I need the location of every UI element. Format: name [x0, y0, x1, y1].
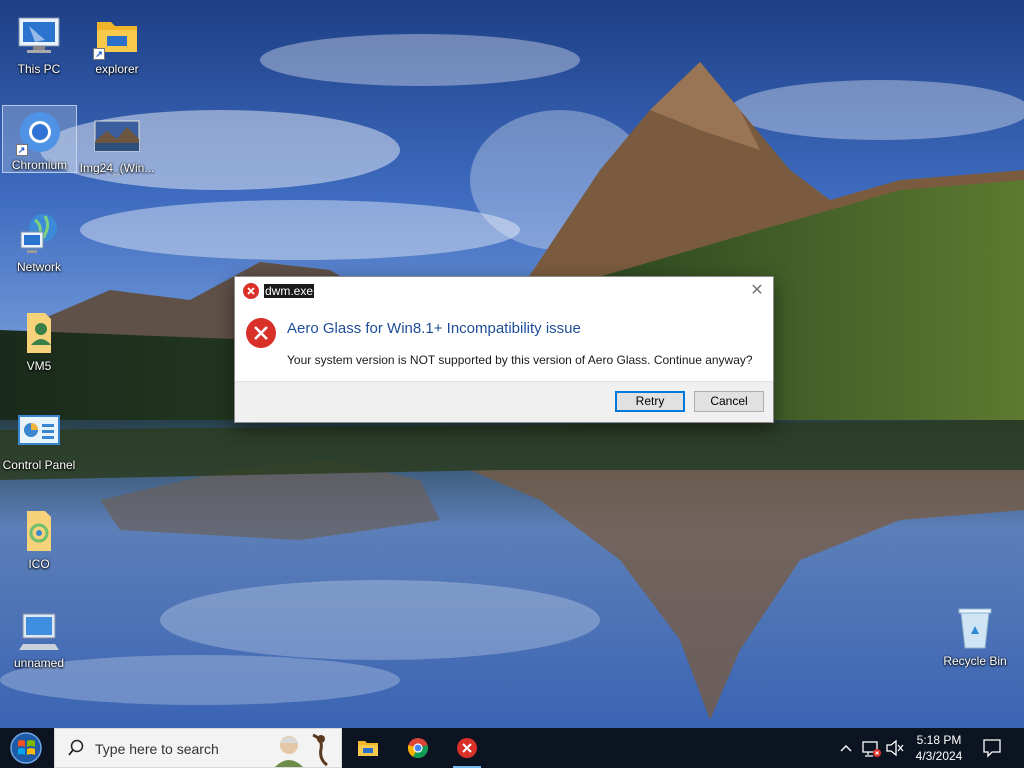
desktop-icon-control-panel[interactable]: Control Panel	[0, 402, 78, 492]
retry-button[interactable]: Retry	[615, 391, 685, 412]
show-hidden-icons-button[interactable]	[836, 728, 856, 768]
dialog-button-bar: Retry Cancel	[235, 381, 773, 422]
desktop-icon-label: VM5	[26, 359, 52, 373]
cancel-button[interactable]: Cancel	[694, 391, 764, 412]
network-disconnected-icon	[862, 741, 881, 757]
taskbar-search-box[interactable]: Type here to search	[54, 728, 342, 768]
shortcut-arrow-icon: ↗	[15, 144, 28, 156]
desktop-icon-chromium[interactable]: ↗ Chromium	[2, 105, 77, 173]
shortcut-arrow-icon: ↗	[93, 48, 105, 60]
error-dialog: dwm.exe ✕ Aero Glass for Win8.1+ Incompa…	[234, 276, 774, 423]
chevron-up-icon	[840, 745, 852, 752]
volume-tray-button[interactable]	[884, 728, 904, 768]
desktop-icon-label: Chromium	[11, 158, 68, 172]
desktop-icon-label: ICO	[28, 557, 50, 571]
folder-shortcut-icon: ↗	[93, 12, 141, 60]
ico-folder-icon	[15, 507, 63, 555]
search-icon	[68, 739, 84, 756]
action-center-button[interactable]	[978, 728, 1006, 768]
control-panel-icon	[15, 408, 63, 456]
chrome-icon	[407, 738, 428, 759]
taskbar-error-dialog[interactable]	[443, 728, 491, 768]
desktop-icon-label: Recycle Bin	[943, 654, 1007, 668]
desktop-icon-label: explorer	[95, 62, 139, 76]
desktop-icon-label: Network	[16, 260, 61, 274]
error-icon	[457, 738, 477, 758]
volume-muted-icon	[886, 739, 904, 757]
dialog-heading: Aero Glass for Win8.1+ Incompatibility i…	[287, 320, 581, 337]
windows-orb-icon	[10, 732, 42, 764]
folder-icon	[358, 741, 378, 756]
desktop-icon-this-pc[interactable]: This PC	[0, 6, 78, 96]
taskbar-chromium[interactable]	[394, 728, 442, 768]
desktop-icon-network[interactable]: Network	[0, 204, 78, 294]
this-pc-icon	[15, 12, 63, 60]
taskbar-file-explorer[interactable]	[344, 728, 392, 768]
taskbar-clock[interactable]: 5:18 PM 4/3/2024	[906, 732, 972, 764]
computer-icon	[15, 606, 63, 654]
clock-date: 4/3/2024	[915, 749, 963, 763]
desktop-icon-recycle-bin[interactable]: Recycle Bin	[936, 598, 1014, 688]
desktop-icon-label: Control Panel	[2, 458, 76, 472]
notifications-icon	[983, 739, 1001, 758]
close-button[interactable]: ✕	[747, 281, 767, 301]
chromium-icon: ↗	[15, 108, 64, 156]
search-placeholder: Type here to search	[95, 741, 219, 757]
search-highlight-illustration	[265, 729, 341, 767]
taskbar: Type here to search 5:18 PM 4/3/2024	[0, 728, 1024, 768]
start-button[interactable]	[0, 728, 54, 768]
network-icon	[15, 210, 63, 258]
user-folder-icon	[15, 309, 63, 357]
error-icon	[243, 283, 259, 299]
network-tray-button[interactable]	[860, 728, 882, 768]
error-icon	[246, 318, 276, 348]
desktop-icon-img24[interactable]: Img24_(Win...	[78, 105, 156, 195]
desktop-icon-vm5[interactable]: VM5	[0, 303, 78, 393]
dialog-body: Aero Glass for Win8.1+ Incompatibility i…	[235, 305, 773, 383]
image-thumbnail-icon	[93, 111, 141, 159]
dialog-title: dwm.exe	[264, 284, 315, 298]
dialog-titlebar[interactable]: dwm.exe ✕	[235, 277, 773, 305]
recycle-bin-icon	[951, 604, 999, 652]
desktop-icon-explorer[interactable]: ↗ explorer	[78, 6, 156, 96]
clock-time: 5:18 PM	[916, 733, 962, 747]
dialog-message: Your system version is NOT supported by …	[287, 353, 753, 367]
desktop-icon-label: unnamed	[13, 656, 65, 670]
desktop-icon-label: This PC	[17, 62, 61, 76]
desktop-icon-unnamed[interactable]: unnamed	[0, 600, 78, 690]
desktop-icon-label: Img24_(Win...	[79, 161, 155, 175]
desktop-icon-ico[interactable]: ICO	[0, 501, 78, 591]
